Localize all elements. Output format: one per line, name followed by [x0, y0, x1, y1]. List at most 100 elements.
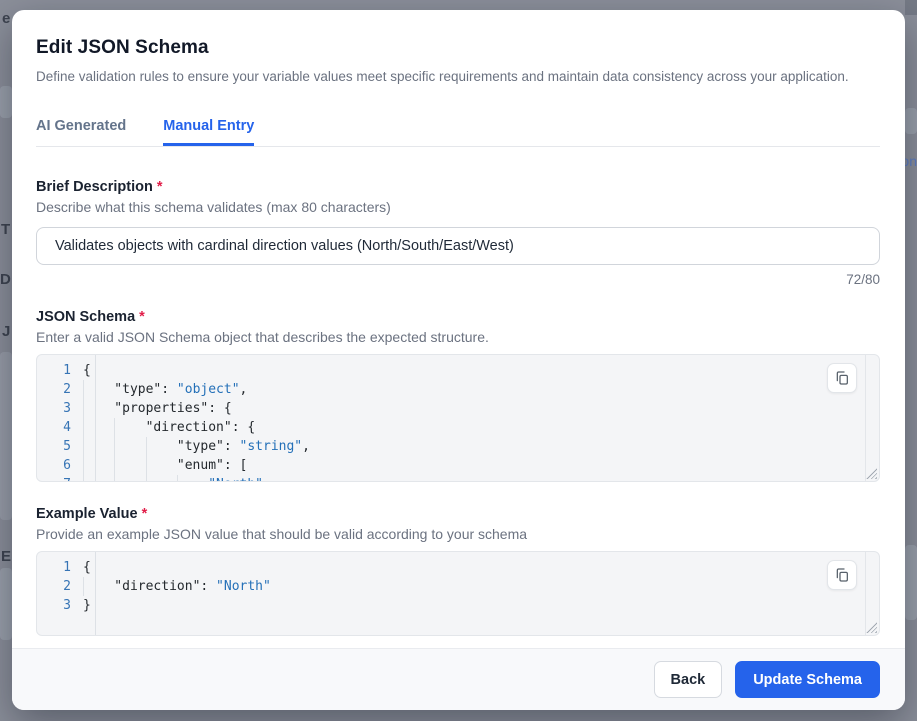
editor-scroll-rail: [865, 355, 866, 481]
indent-guide: [114, 437, 145, 456]
update-schema-button[interactable]: Update Schema: [735, 661, 880, 698]
indent-guide: [83, 380, 114, 399]
code-token-plain: }: [83, 596, 91, 615]
backdrop-text-fragment: E: [1, 548, 11, 565]
indent-guide: [114, 475, 145, 482]
indent-guide: [83, 475, 114, 482]
code-token-key: "type": [177, 437, 224, 456]
backdrop-text-fragment: T: [1, 221, 10, 238]
line-content: }: [83, 596, 91, 615]
json-schema-label: JSON Schema: [36, 309, 135, 325]
code-token-plain: : {: [208, 399, 231, 418]
code-line: 7"North",: [37, 475, 879, 482]
backdrop-editor-fragment: [0, 352, 12, 520]
edit-json-schema-modal: Edit JSON Schema Define validation rules…: [12, 10, 905, 710]
code-token-plain: : [: [224, 456, 247, 475]
line-number: 2: [37, 577, 83, 596]
indent-guide: [146, 475, 177, 482]
json-schema-section: JSON Schema * Enter a valid JSON Schema …: [36, 309, 880, 482]
indent-guide: [83, 399, 114, 418]
json-schema-helper: Enter a valid JSON Schema object that de…: [36, 329, 880, 345]
indent-guide: [83, 577, 114, 596]
copy-icon: [834, 370, 850, 386]
code-line: 4"direction": {: [37, 418, 879, 437]
code-token-plain: : {: [232, 418, 255, 437]
code-line: 1{: [37, 558, 879, 577]
backdrop-field-fragment: [905, 108, 917, 134]
line-number: 1: [37, 558, 83, 577]
line-content: "North",: [83, 475, 271, 482]
code-token-plain: ,: [302, 437, 310, 456]
required-marker: *: [142, 506, 148, 522]
required-marker: *: [139, 309, 145, 325]
line-content: "type": "object",: [83, 380, 247, 399]
code-lines: 1{2"type": "object",3"properties": {4"di…: [37, 355, 879, 482]
tab-ai-generated[interactable]: AI Generated: [36, 118, 126, 146]
backdrop-header-fragment: [905, 0, 917, 15]
backdrop-text-fragment: e: [2, 10, 10, 27]
code-line: 3"properties": {: [37, 399, 879, 418]
copy-button[interactable]: [827, 560, 857, 590]
indent-guide: [177, 475, 208, 482]
char-count: 72/80: [36, 272, 880, 287]
code-token-key: "properties": [114, 399, 208, 418]
modal-title: Edit JSON Schema: [36, 37, 880, 59]
modal-subtitle: Define validation rules to ensure your v…: [36, 69, 880, 84]
copy-button[interactable]: [827, 363, 857, 393]
line-number: 3: [37, 596, 83, 615]
code-token-key: "direction": [114, 577, 200, 596]
code-token-plain: :: [200, 577, 216, 596]
code-token-key: "direction": [146, 418, 232, 437]
code-line: 2"type": "object",: [37, 380, 879, 399]
indent-guide: [146, 456, 177, 475]
modal-footer: Back Update Schema: [12, 648, 905, 710]
backdrop-text-fragment: D: [0, 271, 11, 288]
example-value-code-editor[interactable]: 1{2 "direction": "North" 3}: [36, 551, 880, 636]
code-token-plain: :: [161, 380, 177, 399]
indent-guide: [114, 456, 145, 475]
backdrop-field-fragment: [0, 568, 12, 640]
code-token-plain: ,: [263, 475, 271, 482]
line-content: "properties": {: [83, 399, 232, 418]
line-content: "enum": [: [83, 456, 247, 475]
copy-icon: [834, 567, 850, 583]
resize-grip[interactable]: [866, 622, 877, 633]
example-value-helper: Provide an example JSON value that shoul…: [36, 526, 880, 542]
code-token-key: "enum": [177, 456, 224, 475]
indent-guide: [146, 437, 177, 456]
line-content: {: [83, 558, 91, 577]
gutter-separator: [95, 355, 96, 481]
line-number: 2: [37, 380, 83, 399]
code-token-string: "object": [177, 380, 240, 399]
code-lines: 1{2 "direction": "North" 3}: [37, 552, 879, 615]
brief-description-section: Brief Description * Describe what this s…: [36, 179, 880, 287]
line-content: "direction": {: [83, 418, 255, 437]
code-token-plain: ,: [240, 380, 248, 399]
tab-manual-entry[interactable]: Manual Entry: [163, 118, 254, 146]
gutter-separator: [95, 552, 96, 635]
json-schema-code-editor[interactable]: 1{2"type": "object",3"properties": {4"di…: [36, 354, 880, 482]
brief-description-helper: Describe what this schema validates (max…: [36, 199, 880, 215]
brief-description-label: Brief Description: [36, 179, 153, 195]
brief-description-input[interactable]: [36, 227, 880, 265]
code-token-string: "string": [240, 437, 303, 456]
code-token-key: "type": [114, 380, 161, 399]
tabs-divider: [36, 146, 880, 147]
code-token-string: "North": [216, 577, 271, 596]
line-number: 5: [37, 437, 83, 456]
line-content: {: [83, 361, 91, 380]
back-button[interactable]: Back: [654, 661, 723, 698]
example-value-label: Example Value: [36, 506, 138, 522]
code-token-plain: {: [83, 558, 91, 577]
required-marker: *: [157, 179, 163, 195]
code-line: 6"enum": [: [37, 456, 879, 475]
line-number: 3: [37, 399, 83, 418]
code-token-plain: {: [83, 361, 91, 380]
backdrop-text-fragment: J: [2, 323, 10, 340]
indent-guide: [83, 437, 114, 456]
schema-entry-tabs: AI Generated Manual Entry: [36, 118, 880, 146]
line-number: 4: [37, 418, 83, 437]
example-value-section: Example Value * Provide an example JSON …: [36, 506, 880, 636]
line-content: "type": "string",: [83, 437, 310, 456]
backdrop-field-fragment: [905, 545, 917, 620]
